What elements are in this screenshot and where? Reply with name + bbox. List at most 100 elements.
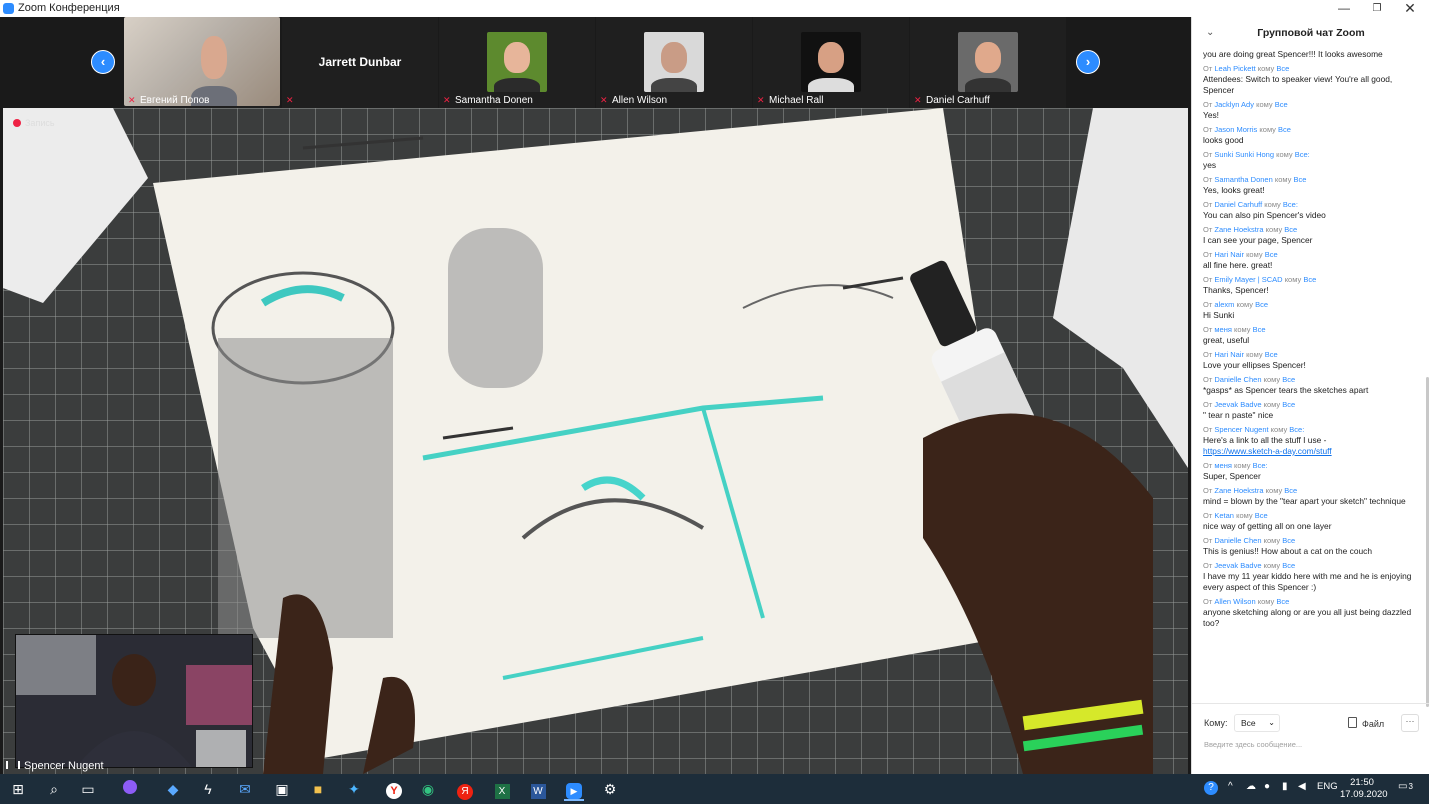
- sender-name[interactable]: Danielle Chen: [1214, 375, 1261, 384]
- chat-message-sender: От Jason Morris кому Все: [1203, 125, 1418, 135]
- close-button[interactable]: ✕: [1393, 0, 1427, 17]
- message-body: I have my 11 year kiddo here with me and…: [1203, 571, 1412, 592]
- chevron-up-icon[interactable]: ^: [1228, 781, 1233, 792]
- sender-name[interactable]: меня: [1214, 461, 1232, 470]
- sender-name[interactable]: Daniel Carhuff: [1214, 200, 1262, 209]
- yandex-icon[interactable]: Я: [455, 779, 475, 800]
- sender-name[interactable]: Samantha Donen: [1214, 175, 1272, 184]
- chat-message-text: I can see your page, Spencer: [1203, 235, 1418, 246]
- speaker-video[interactable]: [15, 634, 253, 768]
- to-word: кому: [1263, 536, 1281, 545]
- sender-name[interactable]: Hari Nair: [1214, 350, 1244, 359]
- settings-gear-icon[interactable]: ⚙: [600, 779, 620, 799]
- mic-icon[interactable]: ●: [1264, 781, 1270, 792]
- chat-message: От Ketan кому Все nice way of getting all…: [1203, 511, 1418, 532]
- message-link[interactable]: https://www.sketch-a-day.com/stuff: [1203, 446, 1332, 456]
- to-word: кому: [1259, 125, 1276, 134]
- windows-start-icon[interactable]: ⊞: [8, 779, 28, 799]
- sender-name[interactable]: Leah Pickett: [1214, 64, 1255, 73]
- gallery-next-button[interactable]: ›: [1076, 50, 1100, 74]
- chat-message-sender: От меня кому Все: [1203, 325, 1418, 335]
- language-indicator[interactable]: ENG: [1317, 781, 1338, 792]
- more-button[interactable]: ···: [1401, 714, 1419, 732]
- sender-name[interactable]: Jason Morris: [1214, 125, 1257, 134]
- sender-name[interactable]: Allen Wilson: [1214, 597, 1255, 606]
- recipient-name: Все: [1282, 536, 1296, 545]
- sender-name[interactable]: Jeevak Badve: [1214, 561, 1261, 570]
- alice-icon[interactable]: [120, 779, 140, 799]
- recipient-select[interactable]: Все ⌄: [1234, 714, 1280, 732]
- chat-message-sender: От Jeevak Badve кому Все: [1203, 400, 1418, 410]
- participant-tile[interactable]: ✕ Samantha Donen: [439, 17, 595, 108]
- participant-video: [124, 17, 280, 106]
- chat-message: От Jacklyn Ady кому Все Yes!: [1203, 100, 1418, 121]
- sender-name[interactable]: Ketan: [1214, 511, 1234, 520]
- participant-name: Daniel Carhuff: [926, 95, 990, 106]
- yandex-browser-icon[interactable]: Y: [384, 779, 404, 799]
- sender-name[interactable]: меня: [1214, 325, 1232, 334]
- store-icon[interactable]: ▣: [272, 779, 292, 799]
- chat-message-text: Love your ellipses Spencer!: [1203, 360, 1418, 371]
- participant-name: Allen Wilson: [612, 95, 668, 106]
- file-button[interactable]: Файл: [1348, 717, 1384, 729]
- sender-name[interactable]: Hari Nair: [1214, 250, 1244, 259]
- star-app-icon[interactable]: ✦: [344, 779, 364, 799]
- participant-tile[interactable]: ✕ Michael Rall: [753, 17, 909, 108]
- volume-icon[interactable]: ◀: [1298, 781, 1306, 792]
- sender-name[interactable]: Jacklyn Ady: [1214, 100, 1254, 109]
- word-icon[interactable]: W: [528, 779, 548, 799]
- chat-message-sender: От Daniel Carhuff кому Все:: [1203, 200, 1418, 210]
- bolt-icon[interactable]: ϟ: [198, 779, 218, 799]
- help-icon[interactable]: ?: [1204, 781, 1218, 795]
- from-prefix: От: [1203, 486, 1213, 495]
- message-body: Thanks, Spencer!: [1203, 285, 1269, 295]
- dropbox-icon[interactable]: ◆: [163, 779, 183, 799]
- maximize-button[interactable]: ❐: [1360, 0, 1394, 17]
- sender-name[interactable]: Zane Hoekstra: [1214, 486, 1263, 495]
- participant-name: Jarrett Dunbar: [318, 55, 402, 69]
- sender-name[interactable]: Spencer Nugent: [1214, 425, 1268, 434]
- search-icon[interactable]: ⌕: [44, 779, 64, 799]
- to-word: кому: [1234, 325, 1251, 334]
- chat-message-sender: От Allen Wilson кому Все: [1203, 597, 1418, 607]
- sender-name[interactable]: alexm: [1214, 300, 1234, 309]
- edge-icon[interactable]: ◉: [418, 779, 438, 799]
- chat-message-text: Hi Sunki: [1203, 310, 1418, 321]
- recipient-name: Все: [1274, 100, 1288, 109]
- sender-name[interactable]: Danielle Chen: [1214, 536, 1261, 545]
- mail-icon[interactable]: ✉: [235, 779, 255, 799]
- participant-tile[interactable]: ✕ Евгений Попов: [124, 17, 280, 108]
- minimize-button[interactable]: —: [1327, 0, 1361, 17]
- chat-input[interactable]: Введите здесь сообщение...: [1204, 740, 1414, 754]
- chat-messages[interactable]: you are doing great Spencer!!! It looks …: [1203, 49, 1418, 699]
- network-icon[interactable]: ☁: [1246, 781, 1256, 792]
- participant-tile[interactable]: ✕ Allen Wilson: [596, 17, 752, 108]
- participant-tile[interactable]: ✕ Daniel Carhuff: [910, 17, 1066, 108]
- zoom-taskbar-icon[interactable]: ▶: [564, 779, 584, 801]
- to-word: кому: [1246, 350, 1263, 359]
- gallery-prev-button[interactable]: ‹: [91, 50, 115, 74]
- sender-name[interactable]: Emily Mayer | SCAD: [1214, 275, 1282, 284]
- battery-icon[interactable]: ▮: [1282, 781, 1288, 792]
- message-body: Love your ellipses Spencer!: [1203, 360, 1306, 370]
- taskbar: ⊞ ⌕ ▭ ◆ ϟ ✉ ▣ ■ ✦ Y ◉ Я X W ▶ ⚙ ? ^ ☁ ● …: [0, 774, 1429, 804]
- muted-mic-icon: ✕: [600, 95, 608, 105]
- chat-message-text: Super, Spencer: [1203, 471, 1418, 482]
- sender-name[interactable]: Sunki Sunki Hong: [1214, 150, 1274, 159]
- task-view-icon[interactable]: ▭: [78, 779, 98, 799]
- sender-name[interactable]: Zane Hoekstra: [1214, 225, 1263, 234]
- excel-icon[interactable]: X: [492, 779, 512, 799]
- window-title: Zoom Конференция: [18, 2, 120, 14]
- to-word: кому: [1236, 300, 1254, 309]
- chat-footer: Кому: Все ⌄ Файл ··· Введите здесь сообще…: [1192, 703, 1429, 775]
- sender-name[interactable]: Jeevak Badve: [1214, 400, 1261, 409]
- clock[interactable]: 21:50 17.09.2020: [1340, 777, 1388, 801]
- to-word: кому: [1284, 275, 1302, 284]
- to-word: кому: [1256, 100, 1273, 109]
- folder-icon[interactable]: ■: [308, 779, 328, 799]
- from-prefix: От: [1203, 536, 1213, 545]
- participant-tile[interactable]: Jarrett Dunbar ✕: [282, 17, 438, 108]
- chat-message: От Danielle Chen кому Все *gasps* as Spen…: [1203, 375, 1418, 396]
- notifications-icon[interactable]: ▭3: [1398, 781, 1413, 792]
- message-body: anyone sketching along or are you all ju…: [1203, 607, 1412, 628]
